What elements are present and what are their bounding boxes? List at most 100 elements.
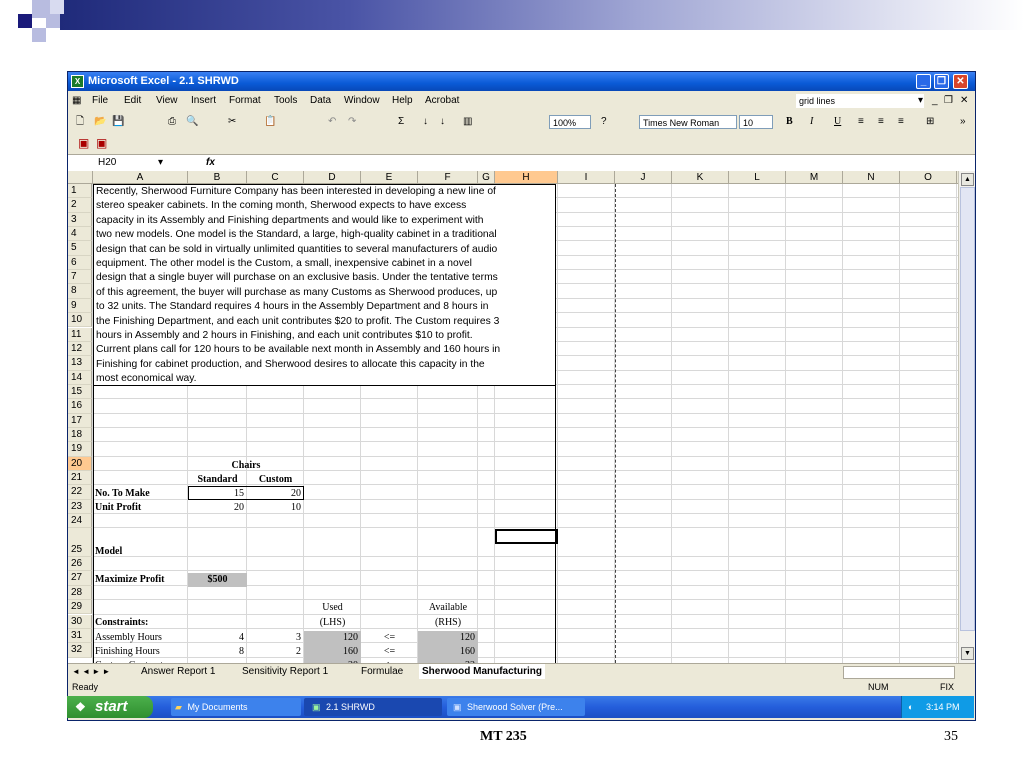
col-header-i[interactable]: I: [558, 171, 615, 184]
restore-button[interactable]: ❐: [934, 74, 949, 89]
row-header[interactable]: 26: [68, 557, 92, 572]
preview-icon[interactable]: 🔍: [186, 111, 198, 133]
row-header[interactable]: 9: [68, 298, 92, 314]
start-button[interactable]: ❖ start: [67, 696, 153, 718]
col-header-o[interactable]: O: [900, 171, 957, 184]
row-header[interactable]: 23: [68, 499, 92, 515]
menu-view[interactable]: View: [156, 92, 178, 110]
row-header[interactable]: 2: [68, 198, 92, 213]
doc-minimize-icon[interactable]: _: [932, 92, 938, 110]
new-icon[interactable]: 🗋: [76, 111, 84, 133]
row-header[interactable]: 30: [68, 614, 92, 629]
autosum-icon[interactable]: Σ: [398, 111, 404, 133]
taskbar-excel-shrwd[interactable]: ▣ 2.1 SHRWD: [304, 698, 442, 716]
print-icon[interactable]: ⎙: [168, 111, 176, 133]
paste-icon[interactable]: 📋: [264, 111, 276, 133]
row-header[interactable]: 17: [68, 413, 92, 428]
menu-data[interactable]: Data: [310, 92, 331, 110]
redo-icon[interactable]: ↷: [348, 111, 356, 133]
tab-sensitivity-report-1[interactable]: Sensitivity Report 1: [242, 664, 328, 679]
row-header[interactable]: 22: [68, 485, 92, 500]
row-header[interactable]: 14: [68, 370, 92, 385]
font-size-box[interactable]: 10: [739, 115, 773, 129]
doc-restore-icon[interactable]: ❐: [944, 92, 953, 110]
cut-icon[interactable]: ✂: [228, 111, 236, 133]
problem-description-textbox[interactable]: Recently, Sherwood Furniture Company has…: [93, 184, 556, 386]
row-header[interactable]: 28: [68, 585, 92, 601]
font-name-box[interactable]: Times New Roman: [639, 115, 737, 129]
menu-edit[interactable]: Edit: [124, 92, 141, 110]
close-button[interactable]: ✕: [953, 74, 968, 89]
pdf-icon[interactable]: ▣: [78, 136, 89, 150]
italic-button[interactable]: I: [810, 111, 813, 133]
borders-icon[interactable]: ⊞: [926, 111, 934, 133]
help-search-box[interactable]: grid lines: [796, 94, 924, 108]
row-header[interactable]: 32: [68, 643, 92, 658]
row-header[interactable]: 27: [68, 571, 92, 586]
worksheet-grid[interactable]: A B C D E F G H I J K L M N O P 12345678…: [68, 171, 975, 663]
sort-desc-icon[interactable]: ↓: [440, 111, 445, 133]
help-dropdown-icon[interactable]: ▾: [918, 92, 923, 110]
row-header[interactable]: 11: [68, 327, 92, 342]
menu-acrobat[interactable]: Acrobat: [425, 92, 459, 110]
menu-help[interactable]: Help: [392, 92, 413, 110]
tab-nav-icons[interactable]: ◄ ◄ ► ►: [72, 664, 110, 679]
col-header-k[interactable]: K: [672, 171, 729, 184]
undo-icon[interactable]: ↶: [328, 111, 336, 133]
open-icon[interactable]: 📂: [94, 111, 106, 133]
col-header-h[interactable]: H: [495, 171, 558, 184]
col-header-e[interactable]: E: [361, 171, 418, 184]
zoom-box[interactable]: 100%: [549, 115, 591, 129]
tray-icon[interactable]: ◐: [908, 696, 913, 718]
menu-insert[interactable]: Insert: [191, 92, 216, 110]
fx-label[interactable]: fx: [206, 155, 215, 171]
col-header-c[interactable]: C: [247, 171, 304, 184]
menu-file[interactable]: File: [92, 92, 108, 110]
sort-asc-icon[interactable]: ↓: [423, 111, 428, 133]
scroll-up-icon[interactable]: ▲: [961, 173, 974, 186]
taskbar-sherwood-solver[interactable]: ▣ Sherwood Solver (Pre...: [447, 698, 585, 716]
col-header-f[interactable]: F: [418, 171, 478, 184]
pdf-options-icon[interactable]: ▣: [96, 136, 107, 150]
row-header[interactable]: 24: [68, 514, 92, 529]
formula-input[interactable]: [223, 155, 973, 171]
row-header[interactable]: 5: [68, 241, 92, 256]
col-header-b[interactable]: B: [188, 171, 247, 184]
underline-button[interactable]: U: [834, 111, 841, 133]
row-header[interactable]: 8: [68, 284, 92, 299]
align-center-icon[interactable]: ≡: [878, 111, 884, 133]
row-header[interactable]: 7: [68, 270, 92, 285]
align-left-icon[interactable]: ≡: [858, 111, 864, 133]
col-header-m[interactable]: M: [786, 171, 843, 184]
chart-wizard-icon[interactable]: ▥: [463, 111, 472, 133]
col-header-a[interactable]: A: [93, 171, 188, 184]
minimize-button[interactable]: _: [916, 74, 931, 89]
row-header[interactable]: 3: [68, 212, 92, 228]
align-right-icon[interactable]: ≡: [898, 111, 904, 133]
menu-tools[interactable]: Tools: [274, 92, 297, 110]
row-header[interactable]: 18: [68, 427, 92, 443]
row-header[interactable]: 12: [68, 341, 92, 357]
help-icon[interactable]: ?: [601, 111, 607, 133]
row-header[interactable]: 16: [68, 399, 92, 414]
col-header-g[interactable]: G: [478, 171, 495, 184]
menu-format[interactable]: Format: [229, 92, 261, 110]
vertical-scrollbar[interactable]: ▲ ▼: [958, 171, 975, 663]
col-header-n[interactable]: N: [843, 171, 900, 184]
row-header[interactable]: 1: [68, 184, 92, 199]
name-box[interactable]: H20: [98, 155, 158, 171]
scroll-down-icon[interactable]: ▼: [961, 647, 974, 660]
tab-sherwood-manufacturing[interactable]: Sherwood Manufacturing: [419, 664, 545, 679]
row-header[interactable]: 13: [68, 356, 92, 371]
scroll-thumb[interactable]: [960, 187, 975, 631]
row-header[interactable]: 31: [68, 628, 92, 644]
row-header[interactable]: 25: [68, 528, 92, 558]
row-header[interactable]: 21: [68, 471, 92, 486]
row-header[interactable]: 20: [68, 456, 92, 471]
col-header-l[interactable]: L: [729, 171, 786, 184]
bold-button[interactable]: B: [786, 111, 793, 133]
menu-window[interactable]: Window: [344, 92, 380, 110]
row-header[interactable]: 19: [68, 442, 92, 457]
toolbar-options-icon[interactable]: »: [960, 111, 966, 133]
taskbar-my-documents[interactable]: ▰ My Documents: [171, 698, 301, 716]
